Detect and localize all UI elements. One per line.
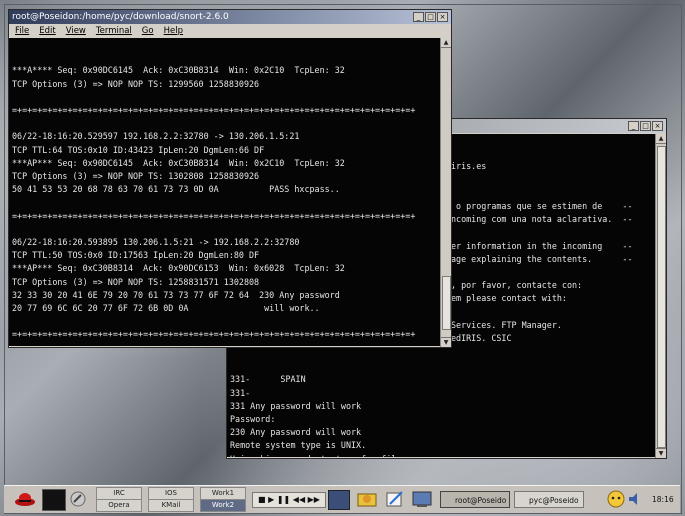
terminal-line: 230 Any password will work	[230, 427, 362, 438]
menu-help[interactable]: Help	[164, 26, 183, 36]
close-icon[interactable]: ×	[437, 12, 448, 22]
minimize-icon[interactable]: _	[628, 121, 639, 131]
back-terminal-right-area[interactable]: iris.es o programas que se estimen de --…	[449, 134, 657, 364]
scroll-down-icon[interactable]: ▼	[441, 337, 451, 347]
text-editor-icon[interactable]	[384, 490, 406, 508]
scroll-up-icon[interactable]: ▲	[441, 38, 451, 48]
terminal-line: TCP TTL:64 TOS:0x10 ID:43423 IpLen:20 Dg…	[12, 144, 265, 155]
terminal-window-front[interactable]: root@Poseidon:/home/pyc/download/snort-2…	[8, 9, 452, 348]
volume-icon[interactable]	[627, 491, 643, 507]
menu-go[interactable]: Go	[142, 26, 154, 36]
terminal-launcher-icon[interactable]	[42, 489, 66, 511]
back-scrollbar[interactable]: ▲ ▼	[655, 134, 666, 458]
media-prev-icon[interactable]: ◀◀	[293, 495, 305, 504]
back-terminal-right-text: iris.es o programas que se estimen de --…	[451, 160, 657, 364]
window-title: root@Poseidon:/home/pyc/download/snort-2…	[12, 12, 229, 22]
terminal-line: , por favor, contacte con:	[451, 280, 583, 291]
menu-edit[interactable]: Edit	[39, 26, 55, 36]
terminal-line: =+=+=+=+=+=+=+=+=+=+=+=+=+=+=+=+=+=+=+=+…	[12, 329, 416, 340]
taskbar: IRC IOS Work1 Opera KMail Work2 ■ ▶ ❚❚ ◀…	[4, 485, 680, 513]
task-pyc-terminal[interactable]: pyc@Poseido	[514, 491, 584, 508]
terminal-line: 331 Any password will work	[230, 400, 362, 411]
menu-terminal[interactable]: Terminal	[96, 26, 132, 36]
terminal-line: TCP Options (3) => NOP NOP TS: 1302808 1…	[12, 171, 260, 182]
terminal-line: ***A**** Seq: 0x90DC6145 Ack: 0xC30B8314…	[12, 65, 345, 76]
minimize-icon[interactable]: _	[413, 12, 424, 22]
terminal-line: ***AP*** Seq: 0x90DC6145 Ack: 0xC30B8314…	[12, 157, 345, 168]
front-scrollbar[interactable]: ▲ ▼	[440, 38, 451, 347]
terminal-line: age explaining the contents. --	[451, 253, 633, 264]
pager-opera[interactable]: Opera	[96, 499, 142, 512]
terminal-line: er information in the incoming --	[451, 240, 633, 251]
maximize-icon[interactable]: □	[640, 121, 651, 131]
back-terminal-bottom-area[interactable]: 331- SPAIN 331- 331 Any password will work…	[227, 347, 658, 457]
menu-view[interactable]: View	[66, 26, 86, 36]
back-scroll-thumb[interactable]	[657, 146, 666, 448]
terminal-line: ncoming com una nota aclarativa. --	[451, 214, 633, 225]
terminal-line: TCP Options (3) => NOP NOP TS: 125883157…	[12, 276, 260, 287]
front-window-titlebar[interactable]: root@Poseidon:/home/pyc/download/snort-2…	[9, 10, 451, 24]
messenger-icon[interactable]	[607, 490, 625, 508]
pager-work2[interactable]: Work2	[200, 499, 246, 512]
snort-output-text: ***A**** Seq: 0x90DC6145 Ack: 0xC30B8314…	[12, 64, 442, 346]
terminal-line: o programas que se estimen de --	[451, 201, 633, 212]
media-next-icon[interactable]: ▶▶	[308, 495, 320, 504]
system-monitor-icon[interactable]	[411, 490, 433, 508]
media-stop-icon[interactable]: ■	[258, 495, 266, 504]
task-pyc-label: pyc@Poseido	[529, 496, 579, 505]
scroll-up-icon[interactable]: ▲	[656, 134, 666, 144]
web-browser-launcher-icon[interactable]	[70, 491, 86, 507]
clock[interactable]: 18:16	[652, 495, 674, 504]
task-root-terminal[interactable]: root@Poseido	[440, 491, 510, 508]
task-root-label: root@Poseido	[455, 496, 507, 505]
network-monitor-icon[interactable]	[328, 490, 350, 510]
terminal-line: =+=+=+=+=+=+=+=+=+=+=+=+=+=+=+=+=+=+=+=+…	[12, 105, 416, 116]
terminal-line: ***AP*** Seq: 0xC30B8314 Ack: 0x90DC6153…	[12, 263, 345, 274]
menu-file[interactable]: File	[15, 26, 29, 36]
menu-bar: File Edit View Terminal Go Help	[9, 24, 451, 37]
terminal-line: Using binary mode to transfer files.	[230, 453, 658, 457]
terminal-line: Services. FTP Manager.	[451, 319, 562, 330]
terminal-line: iris.es	[451, 161, 487, 172]
media-play-icon[interactable]: ▶	[268, 495, 274, 504]
pager-kmail[interactable]: KMail	[148, 499, 194, 512]
terminal-line: =+=+=+=+=+=+=+=+=+=+=+=+=+=+=+=+=+=+=+=+…	[12, 210, 416, 221]
terminal-line: 32 33 30 20 41 6E 79 20 70 61 73 73 77 6…	[12, 289, 340, 300]
file-manager-icon[interactable]	[356, 490, 378, 508]
front-terminal-area[interactable]: ***A**** Seq: 0x90DC6145 Ack: 0xC30B8314…	[9, 38, 442, 346]
terminal-line: em please contact with:	[451, 293, 567, 304]
terminal-line: 50 41 53 53 20 68 78 63 70 61 73 73 0D 0…	[12, 184, 340, 195]
redhat-menu-icon[interactable]	[14, 491, 36, 507]
media-controls[interactable]: ■ ▶ ❚❚ ◀◀ ▶▶	[252, 492, 326, 508]
scroll-down-icon[interactable]: ▼	[656, 448, 666, 458]
terminal-line: TCP Options (3) => NOP NOP TS: 1299560 1…	[12, 78, 260, 89]
close-icon[interactable]: ×	[652, 121, 663, 131]
terminal-line: 06/22-18:16:20.529597 192.168.2.2:32780 …	[12, 131, 300, 142]
terminal-line: 06/22-18:16:20.593895 130.206.1.5:21 -> …	[12, 237, 300, 248]
terminal-line: 331- SPAIN	[230, 374, 306, 385]
maximize-icon[interactable]: □	[425, 12, 436, 22]
front-scroll-thumb[interactable]	[442, 276, 451, 330]
terminal-line: edIRIS. CSIC	[451, 333, 512, 344]
terminal-line: 20 77 69 6C 6C 20 77 6F 72 6B 0D 0A will…	[12, 303, 320, 314]
terminal-line: Remote system type is UNIX.	[230, 440, 367, 451]
terminal-line: TCP TTL:50 TOS:0x0 ID:17563 IpLen:20 Dgm…	[12, 250, 260, 261]
media-pause-icon[interactable]: ❚❚	[277, 495, 290, 504]
terminal-line: 331-	[230, 387, 251, 398]
ftp-session-text: 331- SPAIN 331- 331 Any password will work…	[230, 373, 658, 457]
terminal-line: Password:	[230, 414, 276, 425]
